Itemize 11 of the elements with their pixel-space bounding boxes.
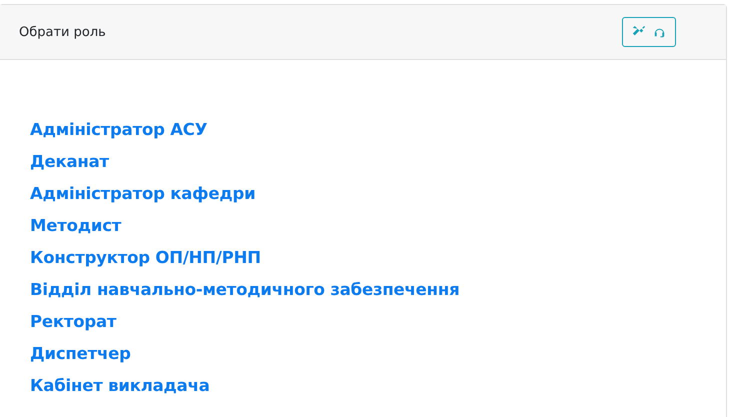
card-title: Обрати роль <box>19 24 106 40</box>
support-button[interactable] <box>622 17 676 47</box>
role-link[interactable]: Ректорат <box>30 306 726 338</box>
role-link[interactable]: Кабінет викладача <box>30 370 726 402</box>
role-link[interactable]: Конструктор ОП/НП/РНП <box>30 242 726 274</box>
role-link[interactable]: Адміністратор АСУ <box>30 114 726 146</box>
role-link[interactable]: Деканат <box>30 146 726 178</box>
role-link[interactable]: Адміністратор кафедри <box>30 178 726 210</box>
role-link[interactable]: Методист <box>30 210 726 242</box>
role-link[interactable]: Відділ навчально-методичного забезпечення <box>30 274 726 306</box>
role-link[interactable]: Диспетчер <box>30 338 726 370</box>
